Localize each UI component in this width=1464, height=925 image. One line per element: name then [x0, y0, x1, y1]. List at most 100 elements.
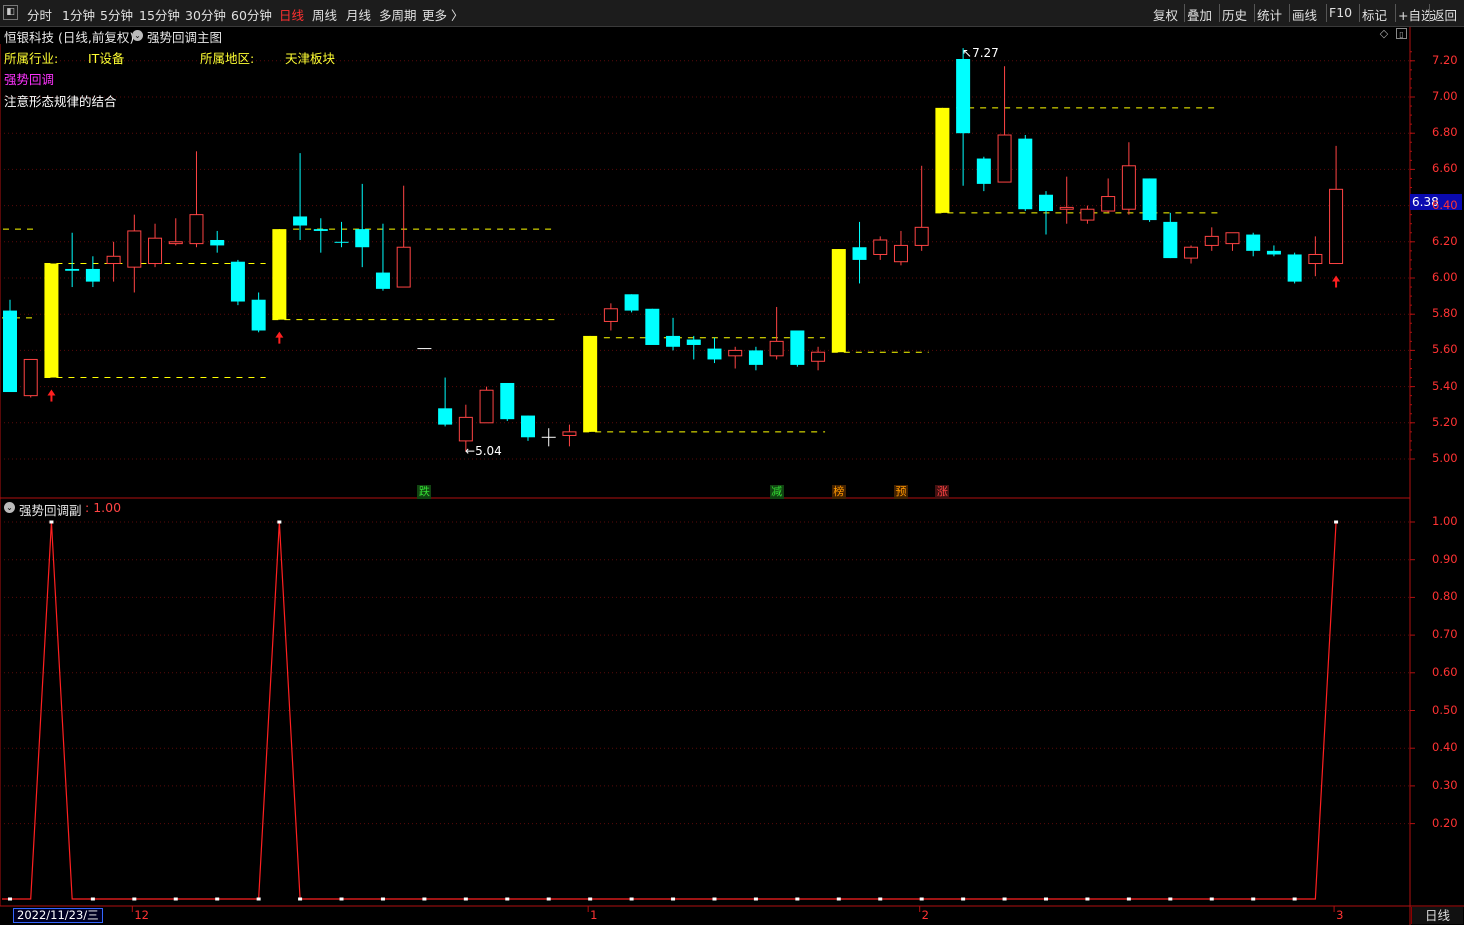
toolbar-item-10[interactable]: 更多 〉: [422, 5, 463, 24]
candle-body: [313, 229, 328, 231]
toolbar-right-item-0[interactable]: 复权: [1153, 5, 1178, 24]
candle-body: [562, 431, 577, 436]
sub-indicator-dot: [49, 520, 54, 524]
toolbar-right-item-1[interactable]: 叠加: [1187, 5, 1212, 24]
sub-indicator-dot: [1334, 520, 1339, 524]
y-tick-label: 0.50: [1432, 702, 1458, 717]
sub-indicator-dot: [215, 897, 220, 901]
signal-marker: 榜: [831, 485, 846, 499]
toolbar-right-item-8[interactable]: 返回: [1432, 5, 1457, 24]
period-button[interactable]: 日线: [1411, 907, 1463, 924]
toolbar-separator: [1395, 4, 1396, 22]
y-tick-label: 6.00: [1432, 270, 1458, 284]
diamond-icon[interactable]: ◇: [1378, 28, 1390, 40]
buy-arrow: [275, 331, 284, 338]
candle-body: [293, 216, 308, 226]
toolbar-separator: [1184, 4, 1185, 22]
sub-indicator-dot: [836, 897, 841, 901]
panel-toggle-icon[interactable]: ▯: [1396, 28, 1407, 39]
toolbar-right-item-5[interactable]: F10: [1329, 5, 1352, 20]
sub-indicator-name[interactable]: 强势回调副: [19, 500, 82, 519]
candle-body: [893, 244, 908, 263]
candle-body: [106, 255, 121, 265]
y-tick-label: 0.60: [1432, 664, 1458, 679]
toolbar-item-2[interactable]: 5分钟: [100, 5, 133, 24]
candle-body: [686, 339, 701, 345]
candle-body: [707, 348, 722, 360]
candle-body: [375, 272, 390, 289]
candle-body: [1080, 208, 1095, 221]
toolbar-separator: [1289, 4, 1290, 22]
y-tick-label: 5.40: [1432, 378, 1458, 393]
y-tick-label: 0.70: [1432, 627, 1458, 642]
chart-canvas[interactable]: [0, 0, 1464, 925]
sub-indicator-dot: [277, 520, 282, 524]
toolbar-right-item-3[interactable]: 统计: [1257, 5, 1282, 24]
toolbar-item-6[interactable]: 日线: [279, 5, 304, 24]
candle-body: [769, 340, 784, 357]
toolbar-separator: [1429, 4, 1430, 22]
stock-title: 恒银科技 (日线,前复权): [4, 30, 135, 45]
toolbar-item-4[interactable]: 30分钟: [185, 5, 226, 24]
candle-body: [748, 350, 763, 365]
sub-indicator-dot: [588, 897, 593, 901]
candle-body: [583, 335, 598, 432]
toolbar-right-item-2[interactable]: 历史: [1222, 5, 1247, 24]
candle-body: [500, 382, 515, 420]
toolbar-item-5[interactable]: 60分钟: [231, 5, 272, 24]
toolbar-item-3[interactable]: 15分钟: [139, 5, 180, 24]
sub-indicator-dot: [8, 897, 12, 901]
window-menu-icon[interactable]: ◧: [3, 5, 18, 20]
x-tick-label: 2: [921, 908, 929, 922]
sub-indicator-value: : 1.00: [85, 500, 122, 515]
candle-body: [1329, 188, 1344, 265]
toolbar-item-1[interactable]: 1分钟: [62, 5, 95, 24]
sub-indicator-dot: [1209, 897, 1214, 901]
candle-body: [127, 230, 142, 268]
y-tick-label: 7.00: [1432, 89, 1458, 103]
sub-indicator-dot: [1044, 897, 1048, 901]
candle-body: [85, 268, 100, 282]
candle-body: [148, 237, 163, 265]
low-price-label: ←5.04: [465, 444, 502, 458]
toolbar-right-item-4[interactable]: 画线: [1292, 5, 1317, 24]
main-indicator-name[interactable]: 强势回调主图: [147, 27, 222, 46]
sub-indicator-dot: [546, 897, 551, 901]
x-tick-label: 1: [590, 908, 598, 922]
y-tick-label: 6.40: [1432, 197, 1458, 212]
candle-body: [956, 58, 971, 134]
y-tick-label: 0.80: [1432, 589, 1458, 604]
toolbar-item-9[interactable]: 多周期: [379, 5, 417, 24]
high-price-label: ↖7.27: [962, 46, 999, 60]
sub-indicator-dot: [878, 897, 883, 901]
candle-body: [479, 389, 494, 424]
sub-indicator-dot: [961, 897, 966, 901]
candle-body: [666, 335, 681, 347]
candle-body: [852, 247, 867, 260]
sub-indicator-dot: [795, 897, 800, 901]
y-tick-label: 6.80: [1432, 125, 1458, 140]
toolbar-separator: [1254, 4, 1255, 22]
sub-indicator-dot: [1085, 897, 1090, 901]
date-cursor-box: 2022/11/23/三: [13, 908, 103, 923]
candle-body: [1059, 206, 1074, 210]
sub-indicator-dot: [919, 897, 924, 901]
y-tick-label: 5.60: [1432, 342, 1458, 357]
sub-indicator-dot: [422, 897, 427, 901]
period-toolbar: ◧ 分时 1分钟 5分钟 15分钟 30分钟 60分钟 日线 周线 月线 多周期 更多 〉 复权 叠加…: [0, 0, 1464, 27]
toolbar-item-0[interactable]: 分时: [27, 5, 52, 24]
toolbar-item-7[interactable]: 周线: [312, 5, 337, 24]
chevron-down-icon[interactable]: ⌄: [132, 30, 143, 41]
toolbar-right-item-6[interactable]: 标记: [1362, 5, 1387, 24]
y-tick-label: 6.20: [1432, 233, 1458, 248]
candle-body: [831, 249, 846, 353]
candle-body: [997, 134, 1012, 183]
candle-body: [458, 416, 473, 442]
toolbar-item-8[interactable]: 月线: [346, 5, 371, 24]
candle-body: [1266, 250, 1281, 255]
candle-body: [23, 358, 38, 397]
chevron-down-icon[interactable]: ⌄: [4, 502, 15, 513]
candle-body: [1039, 194, 1053, 212]
main-panel-titlebar: 恒银科技 (日线,前复权) ⌄ 强势回调主图: [0, 27, 1410, 46]
sub-indicator-dot: [1292, 897, 1297, 901]
